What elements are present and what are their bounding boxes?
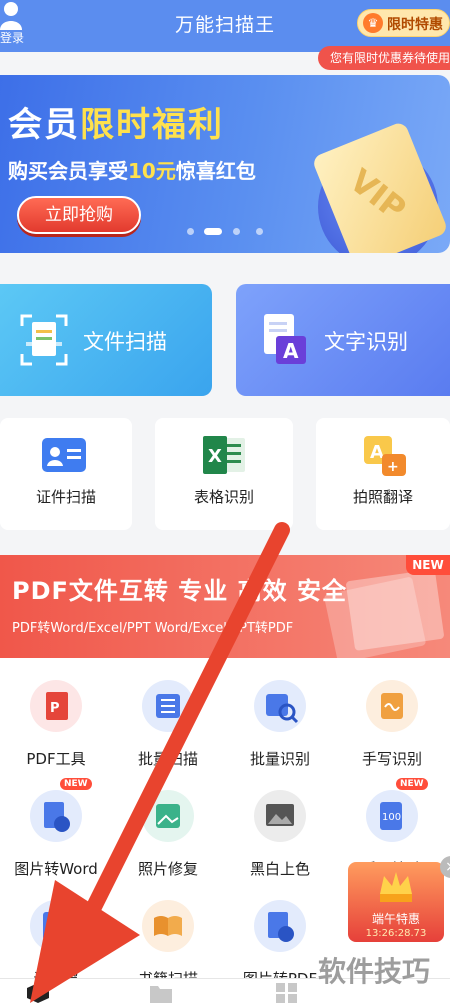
banner-headline: 会员限时福利 bbox=[8, 105, 224, 145]
carousel-dot-active[interactable] bbox=[204, 228, 222, 235]
svg-text:+: + bbox=[387, 459, 399, 475]
tool-label: 图片转Word bbox=[14, 860, 98, 878]
crown-icon: ♛ bbox=[363, 13, 383, 33]
pdf-banner-subtitle: PDF转Word/Excel/PPT Word/Excel/PPT转PDF bbox=[12, 621, 294, 636]
text-recognition-label: 文字识别 bbox=[324, 330, 408, 354]
tool-colorize[interactable]: 黑白上色 bbox=[224, 768, 336, 878]
tool-batch-scan[interactable]: 批量扫描 bbox=[112, 658, 224, 768]
colorize-icon bbox=[254, 790, 306, 842]
document-scan-icon bbox=[20, 314, 68, 366]
svg-text:A: A bbox=[283, 339, 299, 363]
new-badge: NEW bbox=[396, 778, 428, 790]
svg-text:A: A bbox=[370, 442, 384, 463]
photo-repair-icon bbox=[142, 790, 194, 842]
tool-label: 手写识别 bbox=[361, 750, 422, 768]
svg-text:P: P bbox=[50, 701, 60, 716]
batch-scan-icon bbox=[142, 680, 194, 732]
cube-icon[interactable] bbox=[27, 983, 49, 1003]
tool-label: 黑白上色 bbox=[249, 860, 310, 878]
banner-subtitle: 购买会员享受10元惊喜红包 bbox=[8, 159, 256, 183]
vip-card-text: VIP bbox=[342, 161, 414, 229]
svg-text:X: X bbox=[208, 446, 222, 467]
text-recognition-icon: A bbox=[264, 314, 306, 364]
text-recognition-card[interactable]: A 文字识别 bbox=[236, 284, 450, 396]
buy-now-button[interactable]: 立即抢购 bbox=[17, 196, 141, 234]
carousel-dot[interactable] bbox=[256, 228, 263, 235]
book-scan-icon bbox=[142, 900, 194, 952]
photo-translate-card[interactable]: A + 拍照翻译 bbox=[316, 418, 450, 530]
carousel-dot[interactable] bbox=[233, 228, 240, 235]
pdf-icon: P bbox=[30, 680, 82, 732]
handwriting-erase-icon: 100 bbox=[366, 790, 418, 842]
watermark: 软件技巧 bbox=[318, 955, 431, 988]
tool-id-photo[interactable]: 证件照 bbox=[0, 878, 112, 988]
excel-icon: X bbox=[203, 436, 245, 474]
new-badge: NEW bbox=[406, 555, 450, 575]
id-scan-label: 证件扫描 bbox=[35, 488, 96, 506]
vip-banner[interactable]: 会员限时福利 购买会员享受10元惊喜红包 立即抢购 VIP bbox=[0, 75, 450, 253]
document-scan-card[interactable]: 文件扫描 bbox=[0, 284, 212, 396]
tool-handwriting[interactable]: 手写识别 bbox=[336, 658, 448, 768]
festival-promo[interactable]: 端午特惠 13:26:28.73 bbox=[348, 862, 444, 942]
image-to-word-icon bbox=[30, 790, 82, 842]
tool-label: PDF工具 bbox=[26, 750, 86, 768]
image-to-pdf-icon bbox=[254, 900, 306, 952]
festival-countdown: 13:26:28.73 bbox=[365, 928, 427, 939]
promo-label: 限时特惠 bbox=[387, 17, 443, 33]
carousel-dot[interactable] bbox=[187, 228, 194, 235]
tool-photo-repair[interactable]: 照片修复 bbox=[112, 768, 224, 878]
table-ocr-card[interactable]: X 表格识别 bbox=[155, 418, 293, 530]
id-photo-icon bbox=[30, 900, 82, 952]
tool-image-to-word[interactable]: NEW 图片转Word bbox=[0, 768, 112, 878]
translate-icon: A + bbox=[364, 436, 406, 476]
tool-batch-ocr[interactable]: 批量识别 bbox=[224, 658, 336, 768]
handwriting-icon bbox=[366, 680, 418, 732]
id-card-icon bbox=[42, 438, 86, 472]
id-scan-card[interactable]: 证件扫描 bbox=[0, 418, 132, 530]
tool-pdf[interactable]: P PDF工具 bbox=[0, 658, 112, 768]
festival-label: 端午特惠 bbox=[371, 912, 420, 926]
coupon-tip[interactable]: 您有限时优惠券待使用 bbox=[318, 46, 450, 70]
photo-translate-label: 拍照翻译 bbox=[352, 488, 413, 506]
document-scan-label: 文件扫描 bbox=[83, 330, 167, 354]
pdf-convert-banner[interactable]: PDF文件互转 专业 高效 安全 PDF转Word/Excel/PPT Word… bbox=[0, 555, 450, 658]
table-ocr-label: 表格识别 bbox=[193, 488, 254, 506]
batch-ocr-icon bbox=[254, 680, 306, 732]
folder-icon[interactable] bbox=[150, 983, 172, 1003]
grid-icon[interactable] bbox=[276, 983, 298, 1003]
svg-text:100: 100 bbox=[382, 812, 401, 823]
tool-label: 批量扫描 bbox=[137, 750, 198, 768]
tool-book-scan[interactable]: 书籍扫描 bbox=[112, 878, 224, 988]
pdf-banner-title: PDF文件互转 专业 高效 安全 bbox=[12, 577, 347, 605]
tool-label: 批量识别 bbox=[249, 750, 310, 768]
promo-button[interactable]: ♛ 限时特惠 bbox=[357, 9, 450, 37]
tool-label: 照片修复 bbox=[137, 860, 198, 878]
gift-crown-icon bbox=[380, 872, 412, 902]
new-badge: NEW bbox=[60, 778, 92, 790]
